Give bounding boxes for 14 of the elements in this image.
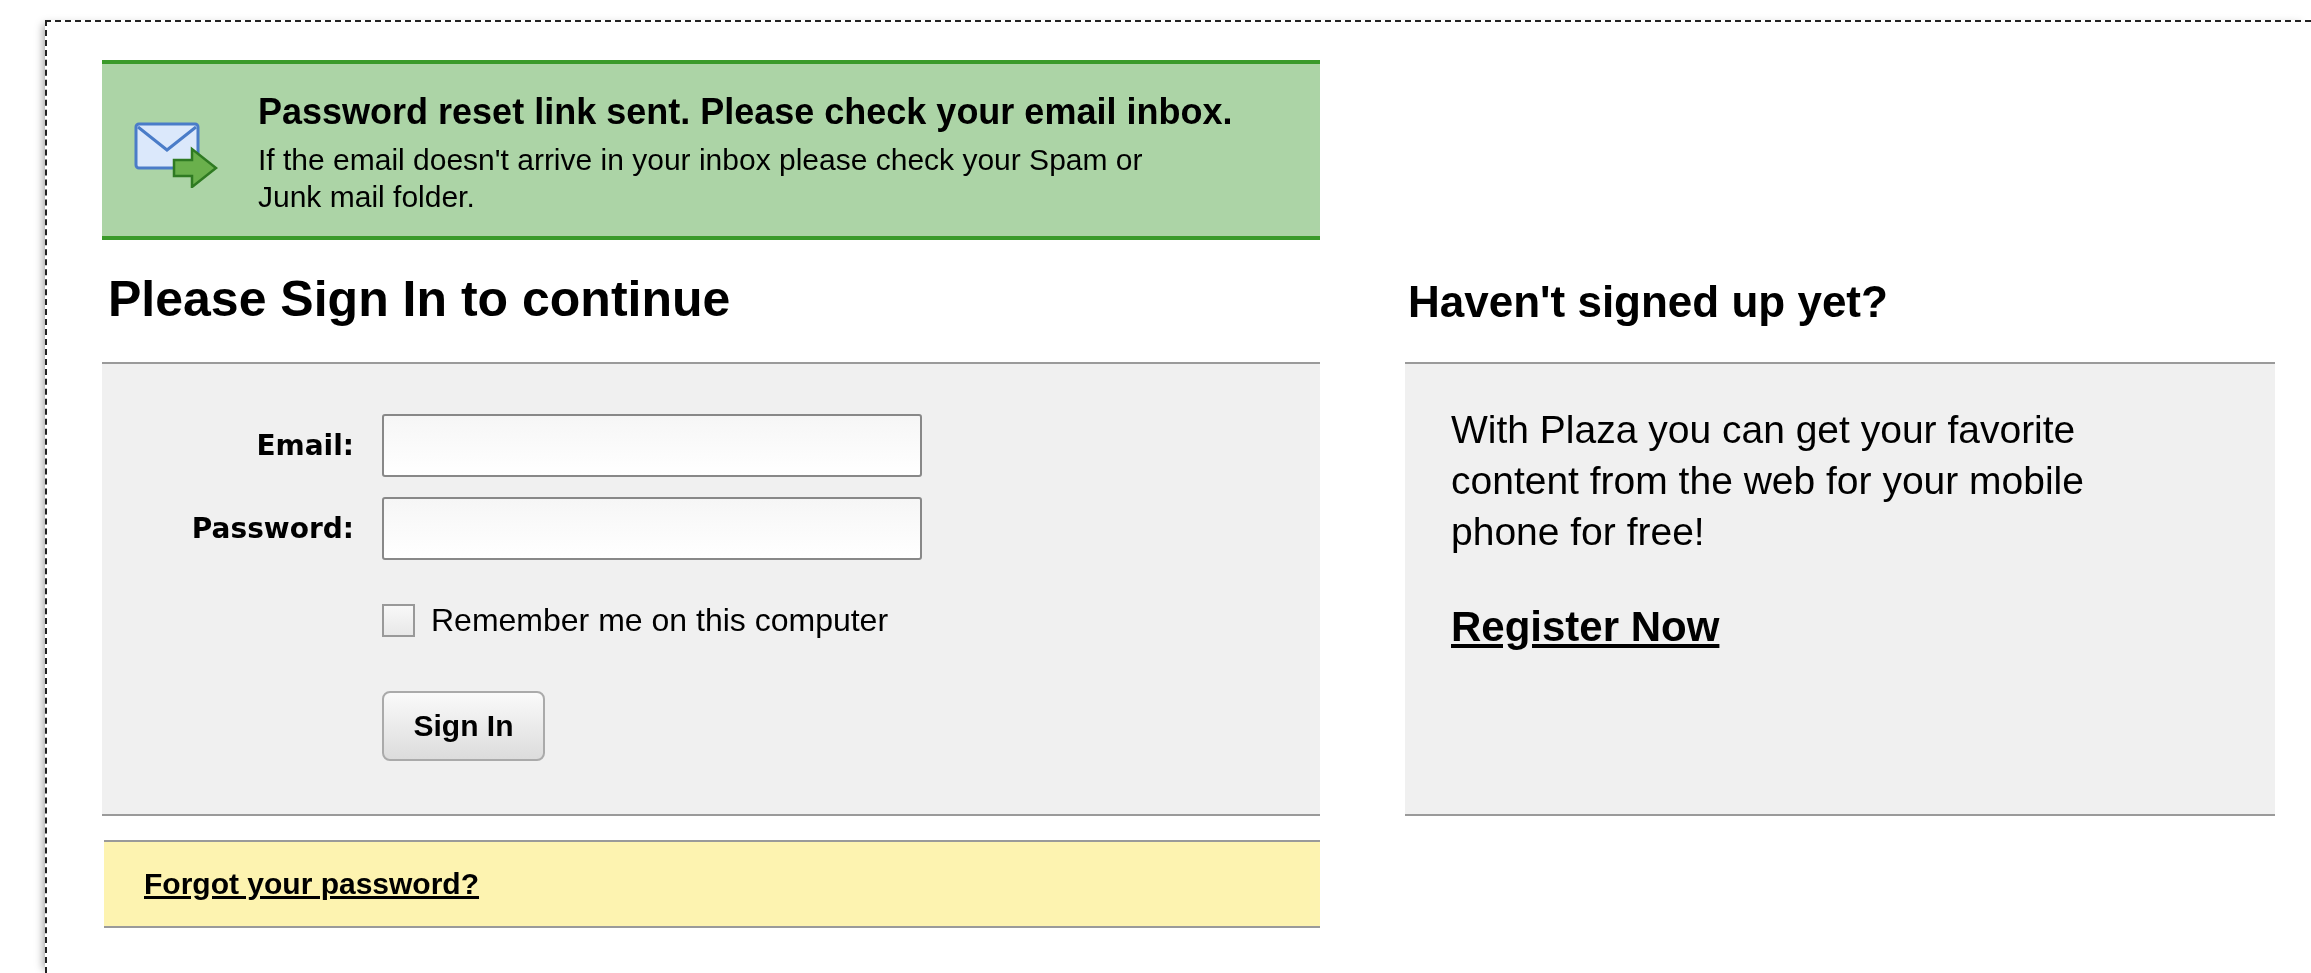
input-field[interactable] — [382, 497, 922, 560]
remember-checkbox[interactable] — [382, 604, 415, 637]
sign-in-heading: Please Sign In to continue — [108, 270, 732, 329]
notice-message: If the email doesn't arrive in your inbox please check your Spam or Junk mail folder. — [258, 142, 1144, 215]
field-label: Password: — [190, 512, 355, 545]
register-link[interactable]: Register Now — [1451, 603, 1720, 651]
notice-title: Password reset link sent. Please check your email inbox. — [258, 91, 1233, 133]
sign-in-button[interactable]: Sign In — [382, 691, 545, 761]
field-label: Email: — [255, 429, 355, 462]
sign-up-heading: Haven't signed up yet? — [1408, 276, 1889, 328]
checkbox-label: Remember me on this computer — [431, 602, 889, 639]
input-field[interactable] — [382, 414, 922, 477]
sign-up-text: With Plaza you can get your favorite content from the web for your mobile phone for free! — [1451, 407, 2085, 555]
forgot-password-link[interactable]: Forgot your password? — [144, 867, 479, 901]
